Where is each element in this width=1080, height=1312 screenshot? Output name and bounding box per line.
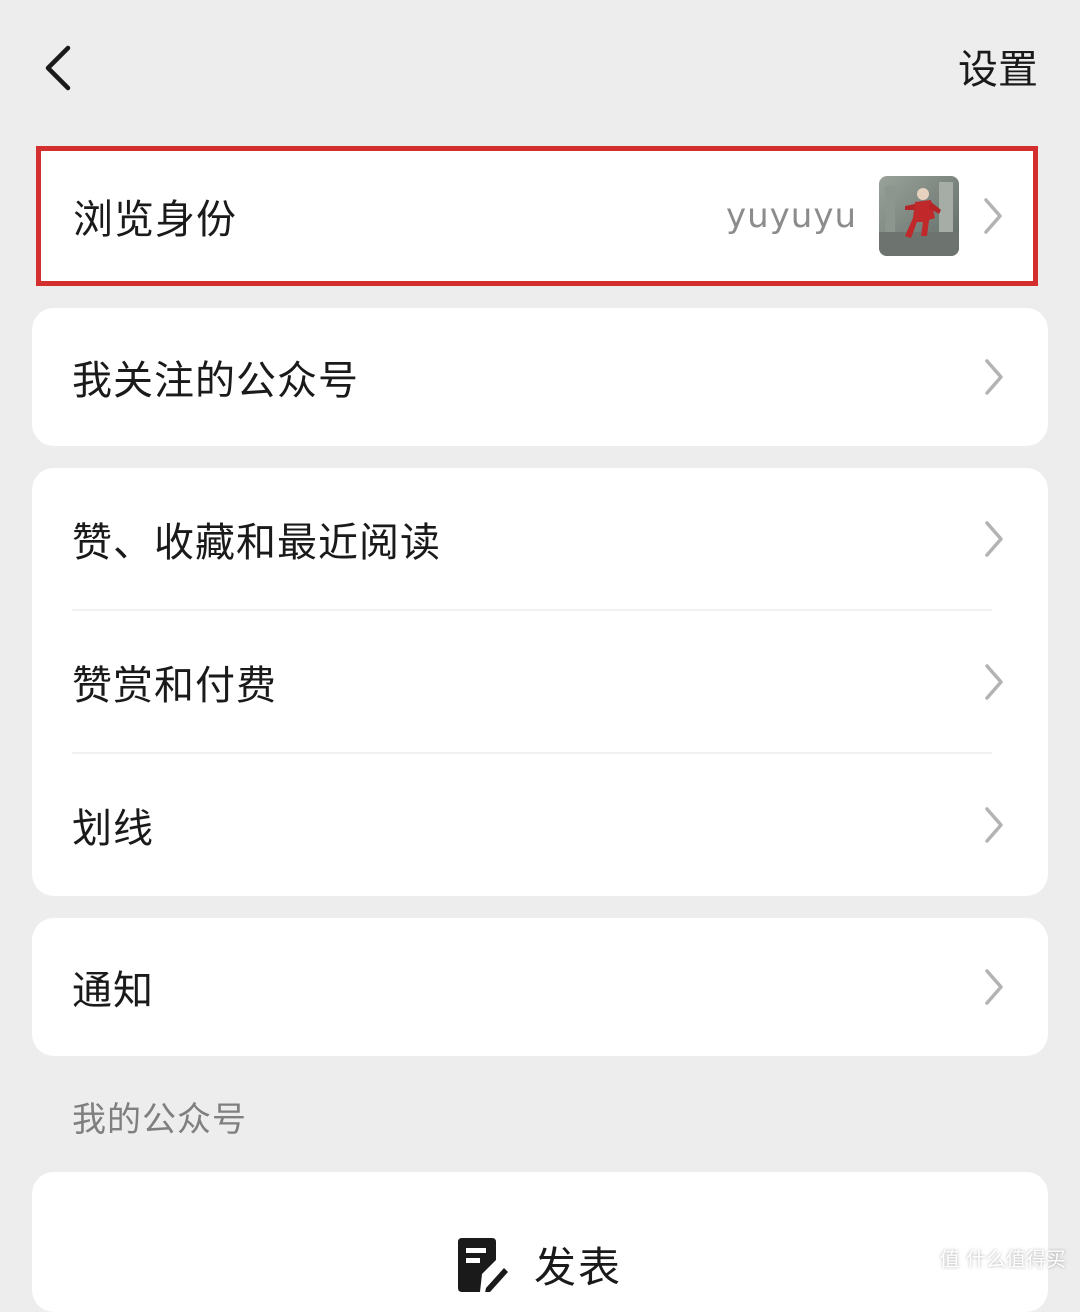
notifications-card: 通知 — [32, 918, 1048, 1056]
avatar — [879, 176, 959, 256]
avatar-image — [879, 176, 959, 256]
chevron-right-icon — [985, 807, 1003, 843]
rewards-payments-row[interactable]: 赞赏和付费 — [32, 611, 1048, 752]
notifications-row[interactable]: 通知 — [32, 918, 1048, 1056]
notifications-label: 通知 — [72, 968, 154, 1014]
rewards-payments-label: 赞赏和付费 — [72, 662, 277, 709]
identity-row[interactable]: 浏览身份 yuyuyu — [41, 151, 1033, 281]
my-accounts-section-title: 我的公众号 — [72, 1100, 247, 1140]
followed-accounts-label: 我关注的公众号 — [72, 358, 359, 404]
followed-accounts-row[interactable]: 我关注的公众号 — [32, 308, 1048, 446]
activity-card: 赞、收藏和最近阅读 赞赏和付费 划线 — [32, 468, 1048, 896]
settings-link[interactable]: 设置 — [958, 44, 1038, 96]
followed-card: 我关注的公众号 — [32, 308, 1048, 446]
likes-favorites-recent-row[interactable]: 赞、收藏和最近阅读 — [32, 468, 1048, 609]
likes-favorites-recent-label: 赞、收藏和最近阅读 — [72, 519, 441, 566]
watermark-text: 值 什么值得买 — [939, 1247, 1066, 1271]
watermark: 值 什么值得买 — [940, 1243, 1066, 1272]
chevron-right-icon — [985, 969, 1003, 1005]
chevron-right-icon — [984, 198, 1002, 234]
identity-username: yuyuyu — [725, 196, 857, 236]
publish-label: 发表 — [533, 1243, 622, 1292]
identity-card: 浏览身份 yuyuyu — [36, 146, 1038, 286]
publish-button[interactable]: 发表 — [32, 1172, 1048, 1312]
identity-label: 浏览身份 — [73, 197, 237, 243]
edit-icon — [457, 1237, 508, 1292]
chevron-right-icon — [985, 663, 1003, 700]
chevron-left-icon — [45, 45, 71, 91]
top-bar: 设置 — [0, 0, 1080, 140]
underlines-row[interactable]: 划线 — [32, 754, 1048, 896]
publish-content: 发表 — [457, 1234, 622, 1295]
back-button[interactable] — [30, 40, 86, 96]
underlines-label: 划线 — [72, 806, 154, 852]
chevron-right-icon — [985, 520, 1003, 557]
chevron-right-icon — [985, 359, 1003, 395]
